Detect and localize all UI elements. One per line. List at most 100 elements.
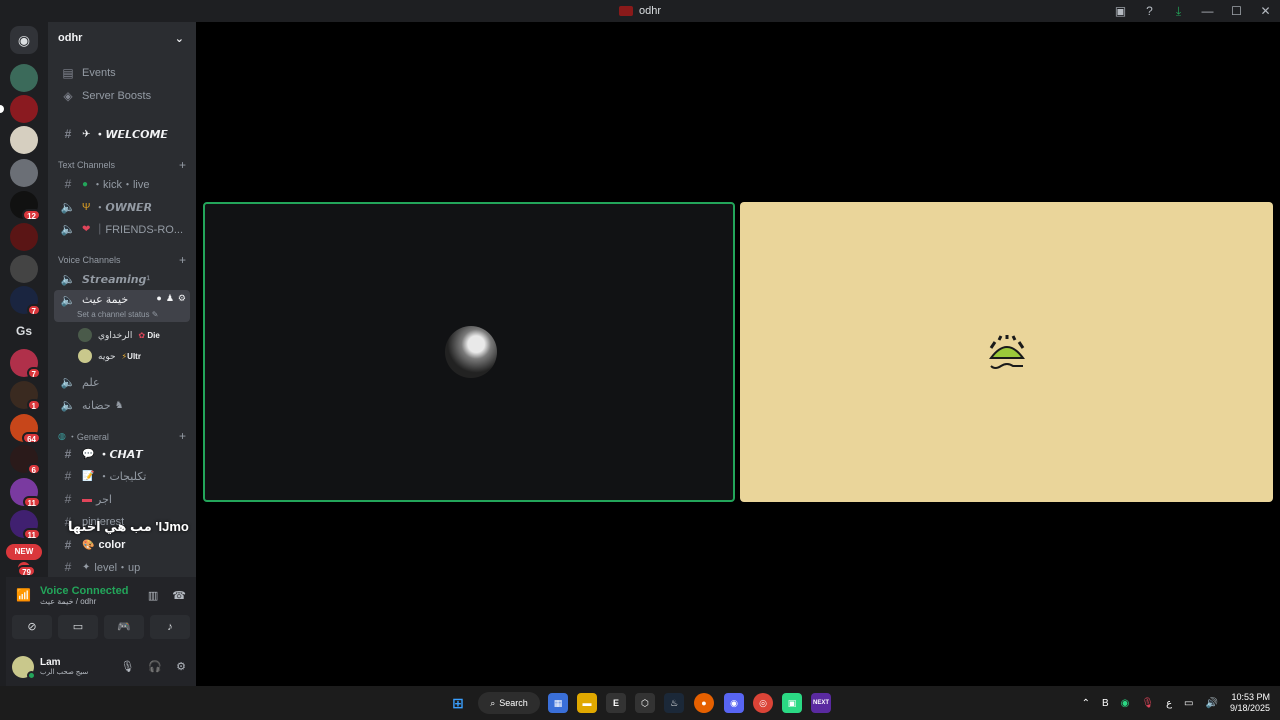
app-icon[interactable]: ▣ <box>782 693 802 713</box>
server-icon[interactable]: 12 <box>10 191 41 221</box>
channel-welcome[interactable]: # ✈ ・𝙒𝙀𝙇𝘾𝙊𝙈𝙀 <box>54 123 190 145</box>
voice-member[interactable]: الرخداوي ✿ Die <box>78 326 160 344</box>
discord-home-icon[interactable]: ◉ <box>10 26 38 54</box>
soundboard-icon[interactable]: ♪ <box>150 615 190 639</box>
close-button[interactable]: ✕ <box>1251 4 1280 18</box>
microphone-icon[interactable]: 🎙 <box>120 660 134 673</box>
server-icon[interactable] <box>10 159 38 187</box>
channel-takleejat[interactable]: # 📝 ・تكليجات <box>54 465 190 487</box>
new-label: NEW <box>14 547 34 556</box>
add-channel-icon[interactable]: + <box>179 429 186 443</box>
invite-icon[interactable]: ♟ <box>166 293 174 304</box>
channel-friends-room[interactable]: 🔈 ❤ ｜FRIENDS-RO... <box>54 218 190 240</box>
category-label: Voice Channels <box>58 255 121 265</box>
new-servers-badge[interactable]: NEW <box>6 544 42 560</box>
network-icon[interactable]: ▭ <box>1184 698 1193 709</box>
mention-badge: 79 <box>17 565 36 577</box>
voice-channel-streaming[interactable]: 🔈 𝙎𝙩𝙧𝙚𝙖𝙢𝙞𝙣𝙜¹ <box>54 268 190 290</box>
channel-color[interactable]: # 🎨 color <box>54 534 190 556</box>
camera-off-icon[interactable]: ⊘ <box>12 615 52 639</box>
participant-tile-speaking[interactable] <box>203 202 735 502</box>
category-general[interactable]: ◍ ・General + <box>58 429 186 443</box>
server-icon[interactable] <box>0 95 38 123</box>
participant-tile[interactable] <box>740 202 1273 502</box>
server-icon[interactable] <box>10 223 38 251</box>
server-icon[interactable]: 7 <box>10 349 41 379</box>
chevron-up-icon[interactable]: ⌃ <box>1082 698 1090 709</box>
pencil-icon: ✎ <box>151 310 159 319</box>
server-icon-gs[interactable]: Gs <box>10 317 38 345</box>
events-link[interactable]: ▤ Events <box>54 62 190 84</box>
server-icon[interactable]: 64 <box>10 414 41 444</box>
server-icon[interactable] <box>10 255 38 283</box>
chat-icon[interactable]: ● <box>156 293 161 304</box>
screen-share-icon[interactable]: ▭ <box>58 615 98 639</box>
plane-icon: ✈ <box>82 128 91 140</box>
help-icon[interactable]: ? <box>1135 4 1164 18</box>
server-icon[interactable] <box>10 64 38 92</box>
voice-channel[interactable]: 🔈 حضانه ♞ <box>54 394 190 416</box>
channel-kick-live[interactable]: # ● ・kick・live <box>54 173 190 195</box>
channel-level-up[interactable]: # ✦ level・up <box>54 556 190 577</box>
heart-icon: ❤ <box>82 223 91 235</box>
mention-badge: 1 <box>26 399 41 411</box>
windows-start-icon[interactable]: ⊞ <box>448 693 468 713</box>
category-voice-channels[interactable]: Voice Channels + <box>58 253 186 267</box>
channel-chat[interactable]: # 💬 ・𝘾𝙃𝘼𝙏 <box>54 443 190 465</box>
chrome-icon[interactable]: ◎ <box>753 693 773 713</box>
hashtag-icon: # <box>64 560 72 574</box>
user-avatar[interactable] <box>12 655 36 680</box>
taskbar-search[interactable]: ⌕ Search <box>478 692 540 714</box>
file-explorer-icon[interactable]: ▬ <box>577 693 597 713</box>
microphone-icon[interactable]: 🎙 <box>1141 698 1154 709</box>
settings-gear-icon[interactable]: ⚙ <box>178 293 186 304</box>
minimize-button[interactable]: — <box>1193 4 1222 18</box>
mention-badge: 7 <box>26 304 41 316</box>
inbox-icon[interactable]: ▣ <box>1106 4 1135 18</box>
server-icon[interactable]: 11 <box>10 478 41 508</box>
server-icon[interactable] <box>10 126 38 154</box>
category-text-channels[interactable]: Text Channels + <box>58 158 186 172</box>
voice-stage <box>196 22 1280 686</box>
server-header[interactable]: odhr ⌄ <box>48 22 196 54</box>
user-status: سيج صحب الرب <box>40 669 89 676</box>
channel-status-prompt[interactable]: Set a channel status ✎ <box>77 310 158 319</box>
disconnect-icon[interactable]: ☎ <box>172 589 186 602</box>
server-icon[interactable]: 6 <box>10 445 41 475</box>
user-settings-icon[interactable]: ⚙ <box>176 660 186 673</box>
calendar-icon: ▤ <box>62 66 74 80</box>
widgets-icon[interactable]: ▦ <box>548 693 568 713</box>
epic-games-icon[interactable]: E <box>606 693 626 713</box>
server-icon[interactable]: 11 <box>10 510 41 540</box>
steam-icon[interactable]: ♨ <box>664 693 684 713</box>
server-icon[interactable]: 1 <box>10 381 41 411</box>
speech-bubble-icon: 💬 <box>82 448 95 460</box>
channel-ajr[interactable]: # ▬ اجر <box>54 488 190 510</box>
maximize-button[interactable]: ☐ <box>1222 4 1251 18</box>
discord-taskbar-icon[interactable]: ◉ <box>724 693 744 713</box>
user-info[interactable]: Lam سيج صحب الرب <box>40 657 88 676</box>
voice-member[interactable]: حويه ⚡Ultr <box>78 347 141 365</box>
add-channel-icon[interactable]: + <box>179 253 186 267</box>
server-icon[interactable]: 7 <box>10 286 41 316</box>
clock[interactable]: 10:53 PM 9/18/2025 <box>1230 692 1270 714</box>
channel-owner[interactable]: 🔈 Ψ ・𝙊𝙒𝙉𝙀𝙍 <box>54 196 190 218</box>
noise-suppression-icon[interactable]: ▥ <box>148 589 158 602</box>
online-status-dot <box>27 670 36 680</box>
add-channel-icon[interactable]: + <box>179 158 186 172</box>
tray-app-icon[interactable]: B <box>1102 698 1109 709</box>
game-launcher-icon[interactable]: ⬡ <box>635 693 655 713</box>
tag-icon: ✿ <box>138 330 146 340</box>
firefox-icon[interactable]: ● <box>694 693 714 713</box>
server-boosts-link[interactable]: ◈ Server Boosts <box>54 85 190 107</box>
activity-icon[interactable]: 🎮 <box>104 615 144 639</box>
language-indicator[interactable]: ع <box>1166 698 1172 709</box>
headphones-icon[interactable]: 🎧 <box>148 660 162 673</box>
tray-app-icon[interactable]: ◉ <box>1121 698 1130 709</box>
download-icon[interactable]: ⤓ <box>1164 4 1193 19</box>
window-title-bar: odhr ▣ ? ⤓ — ☐ ✕ <box>0 0 1280 22</box>
voice-channel[interactable]: 🔈 علم <box>54 371 190 393</box>
volume-icon[interactable]: 🔊 <box>1206 698 1218 709</box>
channel-label: ・kick・live <box>92 179 150 191</box>
next-app-icon[interactable]: NEXT <box>811 693 831 713</box>
